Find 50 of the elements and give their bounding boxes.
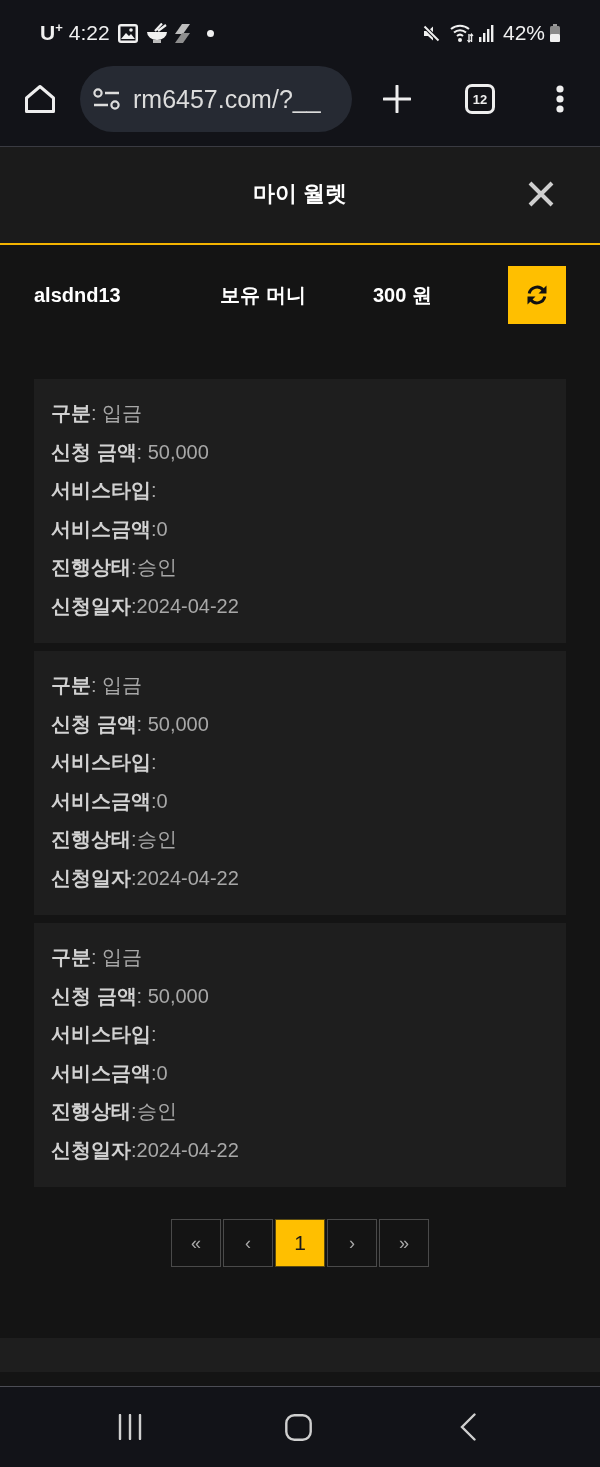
signal-icon [478,24,494,42]
wifi-icon [449,23,474,43]
battery-percent: 42% [502,21,545,45]
refresh-icon[interactable] [525,283,549,307]
transaction-detail: 신청일자:2024-04-22 [51,1137,240,1163]
clock-time: 4:22 [68,21,110,45]
home-button-icon[interactable] [284,1413,312,1441]
transaction-detail: 서비스타입: [51,1022,158,1047]
menu-icon[interactable] [556,85,564,113]
page-button[interactable]: « [171,1219,221,1267]
transaction-detail: 서비스타입: [51,750,158,775]
transaction-detail: 신청 금액: 50,000 [51,439,210,465]
recent-apps-icon[interactable] [117,1414,143,1440]
transaction-detail: 진행상태:승인 [51,555,178,580]
back-icon[interactable] [460,1413,476,1441]
transaction-detail: 진행상태:승인 [51,827,178,852]
page-button[interactable]: 1 [275,1219,325,1267]
transaction-detail: 구분: 입금 [51,945,144,970]
dot-icon [206,29,214,37]
transaction-detail: 신청 금액: 50,000 [51,711,210,737]
transaction-detail: 신청 금액: 50,000 [51,983,210,1009]
carrier-label: U$^{+}$ [40,21,63,45]
image-icon [117,23,138,43]
close-icon[interactable] [528,181,554,207]
page-button[interactable]: ‹ [223,1219,273,1267]
bowl-icon [145,23,168,43]
url-field[interactable]: rm6457.com/?__ [80,66,352,132]
transaction-detail: 서비스금액:0 [51,788,169,814]
transaction-detail: 구분: 입금 [51,673,144,698]
battery-icon [550,24,560,42]
transaction-detail: 신청일자:2024-04-22 [51,593,240,619]
home-icon[interactable] [24,84,56,114]
mute-icon [422,24,440,42]
tab-switcher-button[interactable]: 12 [465,84,495,114]
s-shape-icon [174,23,190,43]
transaction-detail: 서비스타입: [51,478,158,503]
transaction-detail: 진행상태:승인 [51,1099,178,1124]
plus-icon[interactable] [383,85,411,113]
balance-label: 보유 머니 [220,282,307,308]
wallet-title: 마이 월렛 [252,180,348,208]
transaction-detail: 신청일자:2024-04-22 [51,865,240,891]
transaction-detail: 서비스금액:0 [51,516,169,542]
refresh-button[interactable] [508,266,566,324]
tune-icon[interactable] [93,87,120,111]
username-label: alsdnd13 [34,283,122,307]
transaction-detail: 서비스금액:0 [51,1060,169,1086]
transaction-detail: 구분: 입금 [51,401,144,426]
balance-amount: 300 원 [373,282,433,308]
page-button[interactable]: › [327,1219,377,1267]
page-button[interactable]: » [379,1219,429,1267]
